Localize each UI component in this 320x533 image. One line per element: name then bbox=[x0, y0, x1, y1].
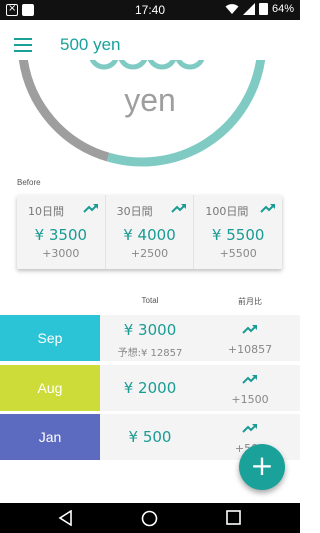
total-cell: ¥ 500 bbox=[100, 414, 200, 460]
period-label: 100日間 bbox=[205, 205, 249, 218]
status-bar: × 17:40 64% bbox=[0, 0, 300, 20]
navigation-bar bbox=[0, 503, 300, 533]
forecast-value: 予想:¥ 12857 bbox=[117, 348, 183, 359]
period-label: 30日間 bbox=[116, 205, 153, 218]
back-icon[interactable] bbox=[58, 510, 74, 526]
gauge-digits bbox=[89, 60, 205, 70]
before-label: Before bbox=[17, 178, 41, 187]
compare-cell: +1500 bbox=[200, 365, 300, 411]
trending-up-icon bbox=[242, 325, 257, 334]
period-value: ¥ 3500 bbox=[34, 226, 88, 244]
trending-up-icon bbox=[260, 204, 276, 213]
total-value: ¥ 500 bbox=[128, 428, 172, 446]
period-value: ¥ 5500 bbox=[211, 226, 265, 244]
month-label: Jan bbox=[0, 414, 100, 460]
compare-value: +10857 bbox=[227, 343, 273, 356]
period-diff: +5500 bbox=[219, 247, 257, 260]
total-value: ¥ 3000 bbox=[123, 321, 177, 339]
trending-up-icon bbox=[82, 204, 98, 213]
period-diff: +2500 bbox=[130, 247, 169, 260]
period-10-days[interactable]: 10日間 ¥ 3500 +3000 bbox=[17, 195, 106, 269]
battery-percent: 64% bbox=[271, 3, 294, 15]
trending-up-icon bbox=[171, 204, 187, 213]
table-row[interactable]: Aug ¥ 2000 +1500 bbox=[0, 365, 300, 411]
before-card: 10日間 ¥ 3500 +3000 30日間 ¥ 4000 +2500 100日… bbox=[17, 195, 282, 269]
add-icon: + bbox=[250, 449, 274, 482]
page-title: 500 yen bbox=[60, 35, 121, 54]
month-label: Sep bbox=[0, 315, 100, 361]
total-cell: ¥ 3000 予想:¥ 12857 bbox=[100, 315, 200, 361]
period-diff: +3000 bbox=[42, 247, 80, 260]
total-cell: ¥ 2000 bbox=[100, 365, 200, 411]
add-button[interactable]: + bbox=[239, 444, 285, 490]
home-icon[interactable] bbox=[141, 510, 158, 527]
period-label: 10日間 bbox=[28, 205, 64, 218]
wifi-icon bbox=[225, 4, 239, 14]
month-label: Aug bbox=[0, 365, 100, 411]
recents-icon[interactable] bbox=[226, 510, 241, 525]
gauge-unit: yen bbox=[124, 82, 176, 118]
progress-gauge: yen bbox=[0, 60, 300, 170]
status-right-icons: 64% bbox=[225, 3, 294, 15]
table-row[interactable]: Sep ¥ 3000 予想:¥ 12857 +10857 bbox=[0, 315, 300, 361]
compare-header: 前月比 bbox=[238, 297, 262, 306]
signal-icon bbox=[242, 3, 255, 15]
gauge-digit-ring bbox=[118, 60, 148, 70]
total-header: Total bbox=[141, 296, 159, 305]
compare-cell: +10857 bbox=[200, 315, 300, 361]
compare-value: +1500 bbox=[231, 393, 269, 406]
gauge-digit-ring bbox=[175, 60, 205, 70]
period-30-days[interactable]: 30日間 ¥ 4000 +2500 bbox=[106, 195, 195, 269]
trending-up-icon bbox=[242, 375, 257, 384]
gauge-digit-ring bbox=[89, 60, 119, 70]
total-value: ¥ 2000 bbox=[123, 379, 177, 397]
gauge-digit-ring bbox=[147, 60, 177, 70]
trending-up-icon bbox=[242, 424, 257, 433]
period-value: ¥ 4000 bbox=[123, 226, 176, 244]
menu-icon[interactable] bbox=[14, 38, 32, 52]
battery-icon bbox=[258, 3, 268, 15]
period-100-days[interactable]: 100日間 ¥ 5500 +5500 bbox=[194, 195, 282, 269]
